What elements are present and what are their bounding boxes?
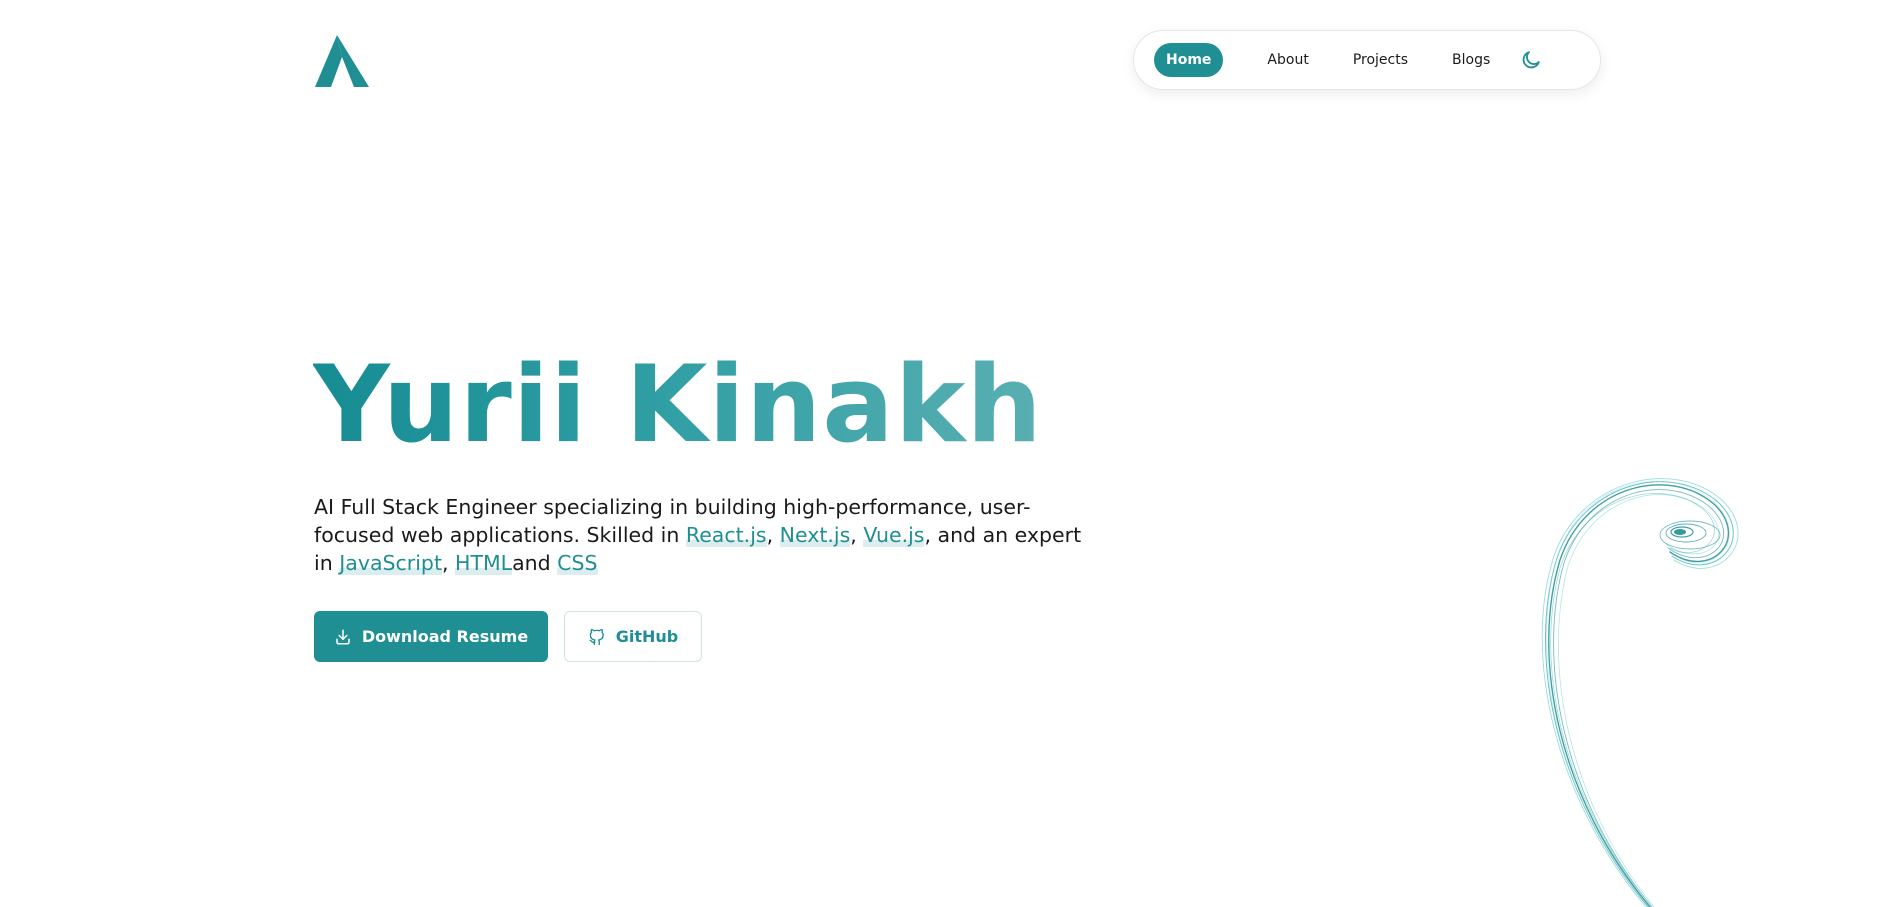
tech-link-react[interactable]: React.js [685,523,767,547]
nav-item-projects[interactable]: Projects [1353,52,1408,68]
tech-link-css[interactable]: CSS [557,551,598,575]
theme-toggle-button[interactable] [1518,47,1544,73]
nav-item-about[interactable]: About [1267,52,1308,68]
a-logo-icon [315,35,369,87]
desc-separator-1: , [766,523,780,547]
page: Home About Projects Blogs Yurii Kinakh A… [0,0,1904,907]
download-resume-button[interactable]: Download Resume [314,611,548,662]
moon-icon [1522,51,1540,69]
github-button[interactable]: GitHub [564,611,702,662]
desc-separator-2: , [850,523,864,547]
tech-link-javascript[interactable]: JavaScript [339,551,442,575]
download-resume-label: Download Resume [361,627,529,646]
desc-text-3: and [512,551,558,575]
tech-link-next[interactable]: Next.js [779,523,851,547]
nav-item-home[interactable]: Home [1154,43,1224,77]
teal-swirl-graphic [1541,478,1739,907]
download-icon [336,629,350,644]
github-label: GitHub [615,627,679,646]
tech-link-html[interactable]: HTML [455,551,513,575]
hero-description: AI Full Stack Engineer specializing in b… [314,493,1094,577]
desc-separator-3: , [441,551,456,575]
hero-name: Yurii Kinakh [313,340,1043,470]
tech-link-vue[interactable]: Vue.js [863,523,925,547]
nav-item-blogs[interactable]: Blogs [1452,52,1490,68]
main-nav: Home About Projects Blogs [1133,30,1601,90]
github-icon [589,628,604,645]
